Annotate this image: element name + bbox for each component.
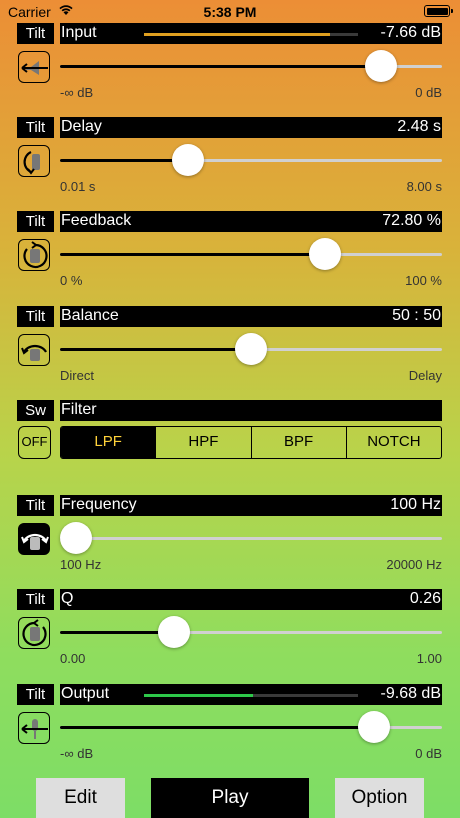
filter-option-lpf[interactable]: LPF — [61, 427, 156, 458]
delay-header: Delay 2.48 s — [60, 117, 442, 138]
phone-flip-icon[interactable] — [18, 523, 50, 555]
output-control: Tilt Output -9.68 dB -∞ dB 0 dB — [0, 684, 460, 764]
delay-label: Delay — [61, 118, 102, 135]
speaker-tilt-icon[interactable] — [18, 51, 50, 83]
play-button[interactable]: Play — [151, 778, 309, 818]
filter-header: Filter — [60, 400, 442, 421]
q-mode-button[interactable]: Tilt — [17, 589, 54, 610]
output-value: -9.68 dB — [380, 685, 441, 702]
output-header: Output -9.68 dB — [60, 684, 442, 705]
feedback-mode-button[interactable]: Tilt — [17, 211, 54, 232]
q-slider-thumb[interactable] — [158, 616, 190, 648]
frequency-label: Frequency — [61, 496, 137, 513]
balance-max-label: Delay — [408, 368, 442, 383]
filter-option-bpf[interactable]: BPF — [250, 427, 346, 458]
rotate-circle-icon[interactable] — [18, 239, 50, 271]
feedback-value: 72.80 % — [382, 212, 441, 229]
feedback-header: Feedback 72.80 % — [60, 211, 442, 232]
frequency-min-label: 100 Hz — [60, 557, 102, 572]
microphone-tilt-icon[interactable] — [18, 712, 50, 744]
input-level-meter — [144, 33, 358, 36]
q-slider-track[interactable] — [60, 631, 442, 634]
output-min-label: -∞ dB — [60, 746, 94, 761]
filter-control: Sw Filter OFF LPF HPF BPF NOTCH — [0, 400, 460, 480]
q-label: Q — [61, 590, 74, 607]
balance-value: 50 : 50 — [392, 307, 441, 324]
input-mode-button[interactable]: Tilt — [17, 23, 54, 44]
clock: 5:38 PM — [203, 4, 257, 20]
filter-label: Filter — [61, 401, 97, 418]
delay-max-label: 8.00 s — [406, 179, 442, 194]
battery-icon — [424, 5, 453, 17]
frequency-value: 100 Hz — [390, 496, 441, 513]
q-header: Q 0.26 — [60, 589, 442, 610]
balance-label: Balance — [61, 307, 119, 324]
q-min-label: 0.00 — [60, 651, 86, 666]
input-control: Tilt Input -7.66 dB -∞ dB 0 dB — [0, 23, 460, 103]
filter-type-selector: LPF HPF BPF NOTCH — [60, 426, 442, 459]
frequency-slider-track[interactable] — [60, 537, 442, 540]
edit-button[interactable]: Edit — [36, 778, 125, 818]
input-value: -7.66 dB — [380, 24, 441, 41]
filter-option-notch[interactable]: NOTCH — [345, 427, 441, 458]
q-value: 0.26 — [409, 590, 441, 607]
output-label: Output — [61, 685, 110, 702]
input-max-label: 0 dB — [415, 85, 442, 100]
output-slider-thumb[interactable] — [357, 711, 390, 743]
rotate-left-icon[interactable] — [18, 145, 50, 177]
balance-mode-button[interactable]: Tilt — [17, 306, 54, 327]
filter-option-hpf[interactable]: HPF — [155, 427, 250, 458]
feedback-label: Feedback — [61, 212, 132, 229]
output-mode-button[interactable]: Tilt — [17, 684, 54, 705]
output-max-label: 0 dB — [415, 746, 442, 761]
frequency-max-label: 20000 Hz — [386, 557, 442, 572]
delay-control: Tilt Delay 2.48 s 0.01 s 8.00 s — [0, 117, 460, 197]
delay-slider-thumb[interactable] — [172, 144, 204, 176]
balance-header: Balance 50 : 50 — [60, 306, 442, 327]
q-max-label: 1.00 — [416, 651, 442, 666]
balance-slider-thumb[interactable] — [235, 333, 267, 365]
feedback-max-label: 100 % — [405, 273, 442, 288]
bottom-toolbar: Edit Play Option — [0, 778, 460, 818]
frequency-mode-button[interactable]: Tilt — [17, 495, 54, 516]
frequency-slider-thumb[interactable] — [60, 522, 92, 554]
filter-off-button[interactable]: OFF — [18, 426, 51, 459]
input-slider-thumb[interactable] — [364, 50, 397, 82]
output-level-meter — [144, 694, 358, 697]
option-button[interactable]: Option — [335, 778, 424, 818]
balance-min-label: Direct — [60, 368, 94, 383]
delay-min-label: 0.01 s — [60, 179, 96, 194]
input-header: Input -7.66 dB — [60, 23, 442, 44]
status-bar: Carrier 5:38 PM — [0, 0, 460, 24]
feedback-control: Tilt Feedback 72.80 % 0 % 100 % — [0, 211, 460, 291]
filter-mode-button[interactable]: Sw — [17, 400, 54, 421]
frequency-control: Tilt Frequency 100 Hz 100 Hz 20000 Hz — [0, 495, 460, 575]
delay-mode-button[interactable]: Tilt — [17, 117, 54, 138]
phone-tilt-icon[interactable] — [18, 334, 50, 366]
rotate-circle-icon[interactable] — [18, 617, 50, 649]
delay-value: 2.48 s — [397, 118, 441, 135]
input-label: Input — [61, 24, 97, 41]
frequency-header: Frequency 100 Hz — [60, 495, 442, 516]
feedback-min-label: 0 % — [60, 273, 83, 288]
balance-control: Tilt Balance 50 : 50 Direct Delay — [0, 306, 460, 386]
input-min-label: -∞ dB — [60, 85, 94, 100]
feedback-slider-thumb[interactable] — [308, 238, 341, 270]
q-control: Tilt Q 0.26 0.00 1.00 — [0, 589, 460, 669]
delay-slider-track[interactable] — [60, 159, 442, 162]
feedback-slider-track[interactable] — [60, 253, 442, 256]
